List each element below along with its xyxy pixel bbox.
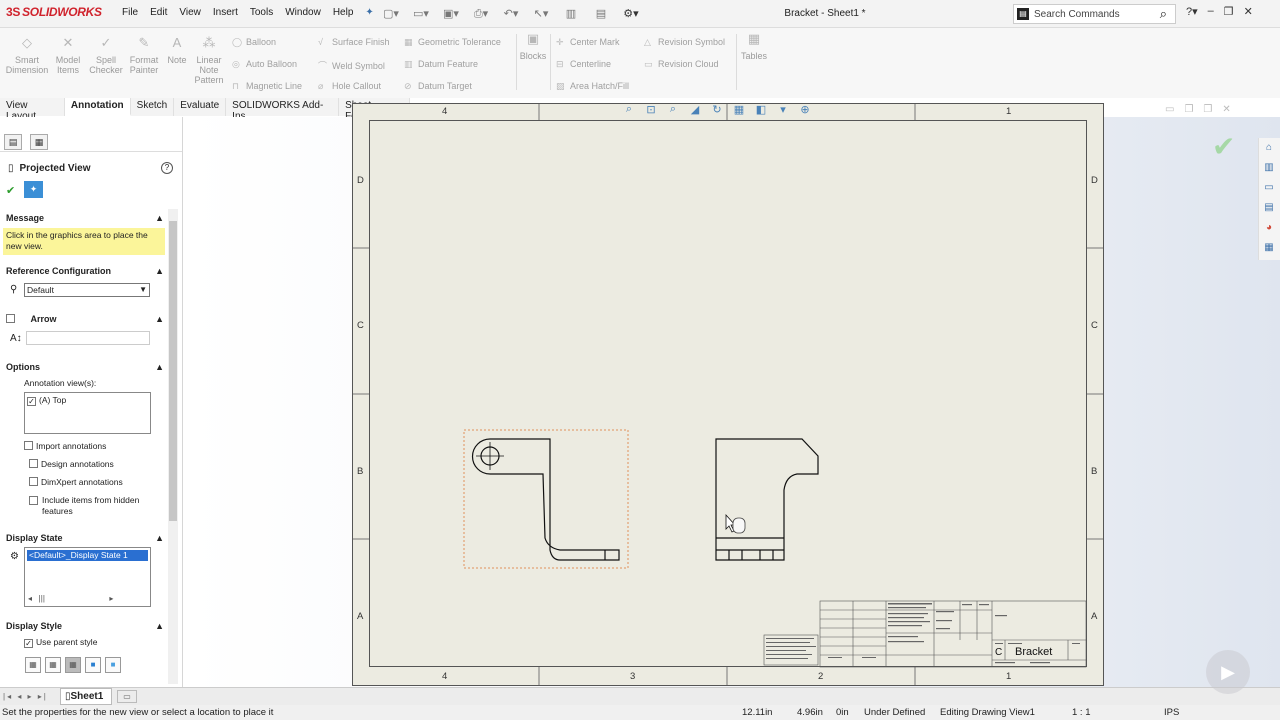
title-block-part-name: Bracket [1015,646,1053,658]
status-z-coordinate: 0in [836,707,849,718]
projected-view-geometry[interactable] [715,438,819,561]
status-prompt: Set the properties for the new view or s… [2,707,274,718]
drawing-canvas [353,104,1103,685]
status-x-coordinate: 12.11in [742,707,773,718]
video-play-icon[interactable]: ▶ [1206,650,1250,694]
file-explorer-icon[interactable]: ▭ [1259,178,1279,198]
status-scale[interactable]: 1 : 1 [1072,707,1091,718]
status-units[interactable]: IPS [1164,707,1179,718]
title-block-size: C [995,647,1003,658]
top-view-geometry[interactable] [471,438,620,561]
status-y-coordinate: 4.96in [797,707,823,718]
sheet-tab[interactable]: ▯Sheet1 [60,688,112,705]
custom-properties-icon[interactable]: ▦ [1259,238,1279,258]
status-definition-state: Under Defined [864,707,926,718]
status-editing: Editing Drawing View1 [940,707,1035,718]
add-sheet-icon[interactable]: ▭ [117,690,137,703]
sheet-navigation-arrows[interactable]: |◂ ◂ ▸ ▸| [3,692,48,701]
status-bar: Set the properties for the new view or s… [0,705,1280,720]
mouse-cursor-icon [725,513,746,534]
sheet-tab-bar: |◂ ◂ ▸ ▸| ▯Sheet1 ▭ [0,687,1280,705]
task-pane: ⌂ ▥ ▭ ▤ ◕ ▦ [1258,138,1280,260]
view-boundary[interactable] [463,429,629,569]
zone-ticks [353,104,1103,685]
view-palette-icon[interactable]: ▤ [1259,198,1279,218]
design-library-icon[interactable]: ▥ [1259,158,1279,178]
solidworks-resources-icon[interactable]: ⌂ [1259,138,1279,158]
appearances-icon[interactable]: ◕ [1259,218,1279,238]
